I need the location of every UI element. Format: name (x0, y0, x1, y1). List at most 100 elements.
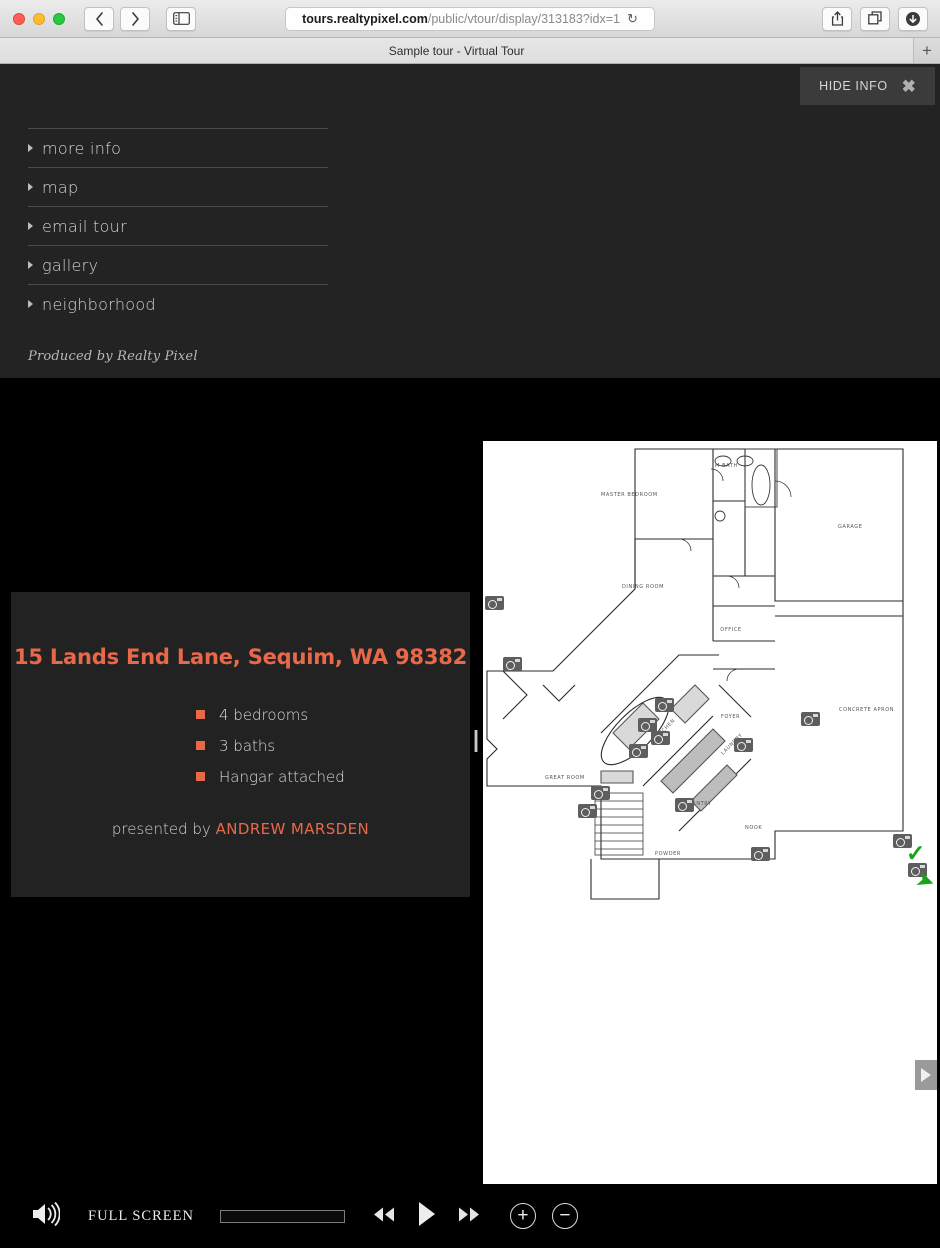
camera-hotspot-icon[interactable] (801, 712, 820, 726)
url-text: tours.realtypixel.com/public/vtour/displ… (302, 12, 620, 26)
svg-text:DINING ROOM: DINING ROOM (622, 584, 664, 590)
svg-text:CONCRETE APRON: CONCRETE APRON (839, 707, 894, 713)
svg-text:GARAGE: GARAGE (838, 524, 863, 530)
triangle-right-icon (28, 144, 33, 152)
tab-bar: Sample tour - Virtual Tour + (0, 38, 940, 64)
menu-item-label: map (42, 177, 79, 197)
agent-name: ANDREW MARSDEN (215, 820, 370, 838)
feature-label: Hangar attached (219, 767, 345, 786)
rewind-button[interactable] (373, 1206, 395, 1226)
menu-item-gallery[interactable]: gallery (28, 245, 328, 284)
menu-item-map[interactable]: map (28, 167, 328, 206)
camera-hotspot-icon[interactable] (655, 698, 674, 712)
browser-toolbar: tours.realtypixel.com/public/vtour/displ… (0, 0, 940, 38)
transport-controls (373, 1201, 480, 1232)
show-tabs-button[interactable] (860, 6, 890, 31)
menu-item-email-tour[interactable]: email tour (28, 206, 328, 245)
camera-hotspot-icon[interactable] (675, 798, 694, 812)
tab-sample-tour[interactable]: Sample tour - Virtual Tour (0, 38, 914, 63)
camera-hotspot-icon[interactable] (734, 738, 753, 752)
camera-hotspot-icon[interactable] (629, 744, 648, 758)
menu-item-label: gallery (42, 255, 99, 275)
menu-item-label: more info (42, 138, 122, 158)
next-scene-button[interactable] (915, 1060, 937, 1090)
check-mark-icon: ✓ (906, 840, 926, 866)
camera-hotspot-icon[interactable] (503, 657, 522, 671)
chevron-right-icon (131, 11, 139, 26)
player-control-bar: FULL SCREEN + − (0, 1184, 940, 1248)
play-button[interactable] (417, 1201, 436, 1232)
panel-resize-handle[interactable] (474, 730, 478, 752)
property-features-list: 4 bedrooms 3 baths Hangar attached (11, 699, 470, 792)
menu-item-neighborhood[interactable]: neighborhood (28, 284, 328, 323)
progress-slider[interactable] (219, 1209, 345, 1223)
menu-item-more-info[interactable]: more info (28, 128, 328, 167)
zoom-in-button[interactable]: + (509, 1203, 536, 1229)
producer-credit: Produced by Realty Pixel (28, 349, 198, 364)
triangle-right-icon (28, 222, 33, 230)
feature-label: 4 bedrooms (219, 705, 309, 724)
camera-hotspot-icon[interactable] (651, 731, 670, 745)
download-icon (906, 11, 920, 26)
address-bar[interactable]: tours.realtypixel.com/public/vtour/displ… (285, 6, 655, 31)
hide-info-label: HIDE INFO (819, 79, 888, 93)
menu-item-label: neighborhood (42, 294, 156, 314)
fast-forward-icon (458, 1207, 479, 1222)
close-icon[interactable]: ✖ (902, 78, 916, 95)
zoom-controls: + − (509, 1203, 578, 1229)
zoom-out-button[interactable]: − (551, 1203, 578, 1229)
svg-text:GREAT ROOM: GREAT ROOM (545, 775, 585, 781)
maximize-window-button[interactable] (53, 12, 65, 25)
volume-button[interactable] (30, 1201, 61, 1232)
triangle-right-icon (28, 300, 33, 308)
svg-text:MASTER BEDROOM: MASTER BEDROOM (601, 492, 658, 498)
bullet-square-icon (196, 741, 205, 750)
share-button[interactable] (822, 6, 852, 31)
svg-text:M-BATH: M-BATH (715, 463, 738, 469)
close-window-button[interactable] (13, 12, 25, 25)
new-tab-button[interactable]: + (914, 38, 940, 63)
back-button[interactable] (84, 6, 114, 31)
url-domain: tours.realtypixel.com (302, 11, 428, 26)
triangle-right-icon (28, 261, 33, 269)
fullscreen-button[interactable]: FULL SCREEN (88, 1208, 194, 1225)
menu-item-label: email tour (42, 216, 127, 236)
list-item: 3 baths (196, 730, 470, 761)
url-path: /public/vtour/display/313183?idx=1 (427, 11, 620, 26)
floorplan-drawing: MASTER BEDROOM M-BATH DINING ROOM OFFICE… (486, 448, 904, 900)
camera-hotspot-icon[interactable] (591, 786, 610, 800)
svg-text:NOOK: NOOK (745, 825, 762, 831)
play-icon (418, 1201, 435, 1226)
sidebar-icon (172, 12, 190, 25)
bullet-square-icon (196, 772, 205, 781)
camera-hotspot-icon[interactable] (638, 718, 657, 732)
list-item: 4 bedrooms (196, 699, 470, 730)
floorplan-viewer[interactable]: MASTER BEDROOM M-BATH DINING ROOM OFFICE… (483, 441, 937, 1248)
svg-text:POWDER: POWDER (655, 851, 681, 857)
sidebar-toggle-button[interactable] (166, 6, 196, 31)
fast-forward-button[interactable] (458, 1206, 480, 1226)
property-info-card: 15 Lands End Lane, Sequim, WA 98382 4 be… (11, 592, 470, 897)
camera-hotspot-icon[interactable] (578, 804, 597, 818)
rewind-icon (373, 1207, 394, 1222)
camera-hotspot-icon[interactable] (485, 596, 504, 610)
tour-info-panel: HIDE INFO ✖ more info map email tour gal… (0, 64, 940, 378)
list-item: Hangar attached (196, 761, 470, 792)
tour-menu: more info map email tour gallery neighbo… (28, 128, 328, 323)
triangle-right-icon (28, 183, 33, 191)
minimize-window-button[interactable] (33, 12, 45, 25)
chevron-left-icon (95, 11, 103, 26)
tabs-overview-icon (867, 11, 882, 25)
hide-info-button[interactable]: HIDE INFO ✖ (800, 67, 935, 105)
forward-button[interactable] (120, 6, 150, 31)
camera-hotspot-icon[interactable] (751, 847, 770, 861)
window-traffic-lights (13, 12, 65, 25)
property-address: 15 Lands End Lane, Sequim, WA 98382 (13, 645, 468, 669)
speaker-icon (33, 1201, 61, 1226)
downloads-button[interactable] (898, 6, 928, 31)
presented-by-line: presented by ANDREW MARSDEN (11, 820, 470, 838)
feature-label: 3 baths (219, 736, 276, 755)
reload-icon[interactable]: ↻ (627, 12, 638, 25)
svg-text:OFFICE: OFFICE (720, 627, 741, 633)
virtual-tour-page: HIDE INFO ✖ more info map email tour gal… (0, 64, 940, 1248)
